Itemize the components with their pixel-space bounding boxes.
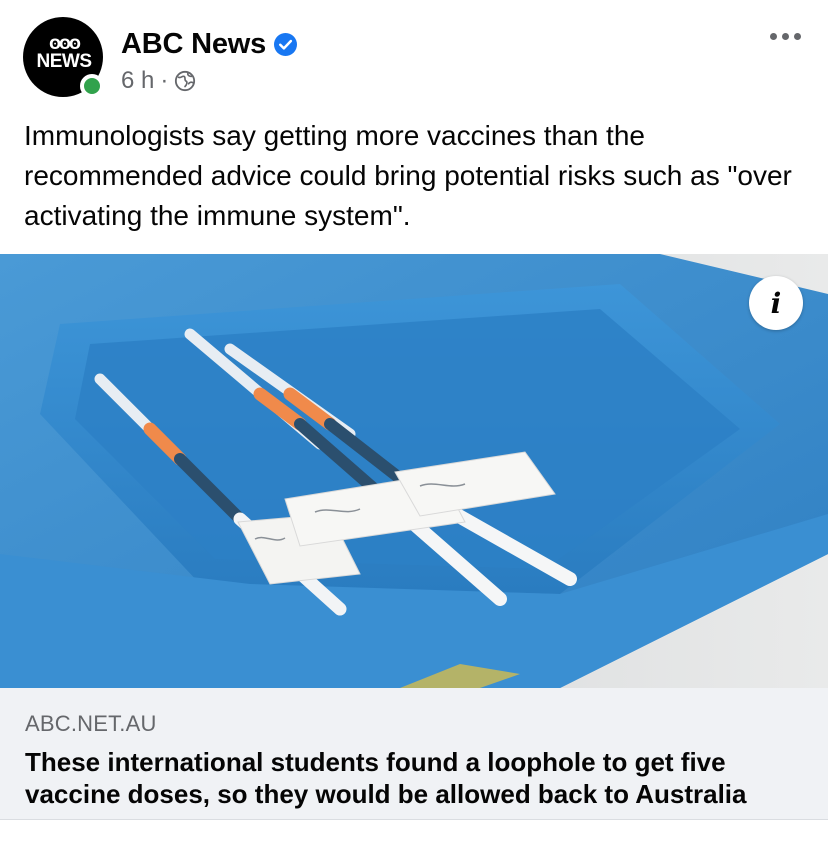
page-name[interactable]: ABC News xyxy=(121,28,266,61)
more-dot xyxy=(781,32,789,40)
online-status-dot xyxy=(80,74,104,98)
article-image[interactable]: i xyxy=(0,254,828,688)
more-dot xyxy=(793,32,801,40)
info-icon[interactable]: i xyxy=(749,276,803,330)
abc-logo-text: NEWS xyxy=(36,51,93,72)
globe-icon xyxy=(174,70,196,92)
link-preview-card[interactable]: i ABC.NET.AU These international student… xyxy=(0,254,828,820)
post-meta: 6 h · xyxy=(121,66,196,96)
link-domain: ABC.NET.AU xyxy=(25,711,157,736)
more-dot xyxy=(769,32,777,40)
more-options-icon[interactable] xyxy=(760,24,810,48)
page-name-row: ABC News xyxy=(121,26,298,62)
meta-separator: · xyxy=(160,67,169,94)
link-headline[interactable]: These international students found a loo… xyxy=(25,746,815,810)
abc-news-logo: ʘʘʘ NEWS xyxy=(29,37,99,73)
vaccine-tray-photo xyxy=(0,254,828,688)
verified-badge-icon xyxy=(274,32,298,56)
post-body-text: Immunologists say getting more vaccines … xyxy=(24,120,792,231)
link-meta[interactable]: ABC.NET.AU These international students … xyxy=(0,688,828,820)
post-timestamp[interactable]: 6 h xyxy=(121,67,154,95)
abc-logo-mark: ʘʘʘ xyxy=(49,37,81,53)
post-header: ʘʘʘ NEWS ABC News 6 h · xyxy=(0,0,828,110)
